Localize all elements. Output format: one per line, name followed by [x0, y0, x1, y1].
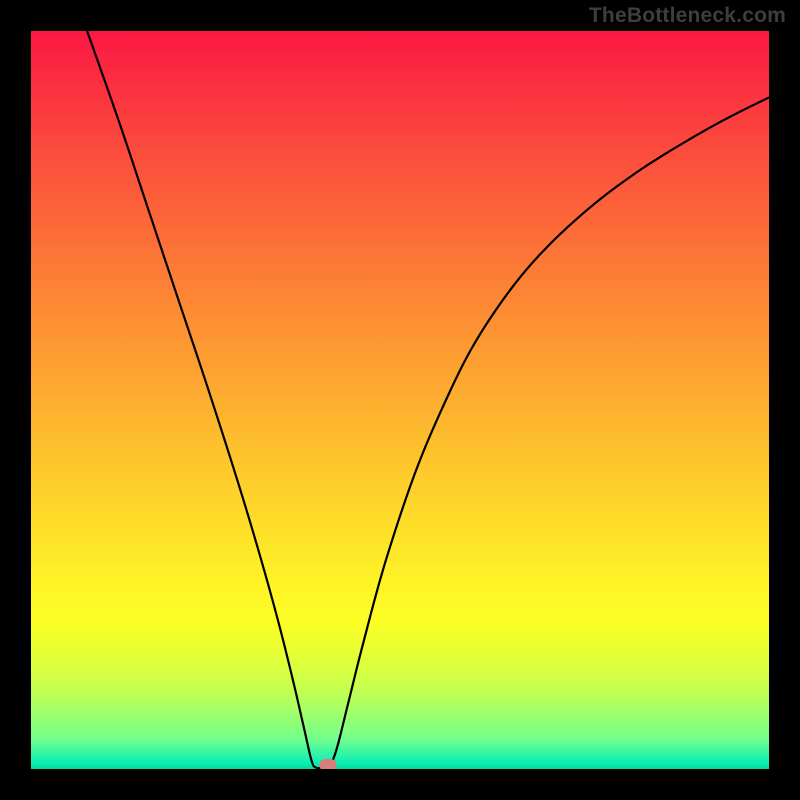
bottleneck-curve	[31, 31, 769, 769]
image-frame: TheBottleneck.com	[0, 0, 800, 800]
plot-area	[31, 31, 769, 769]
watermark-text: TheBottleneck.com	[589, 4, 786, 28]
min-marker	[320, 759, 337, 769]
